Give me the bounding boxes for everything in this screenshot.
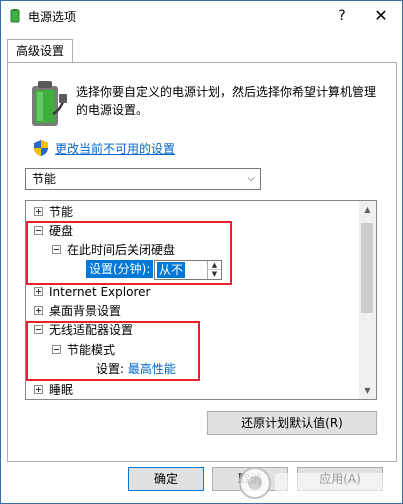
- settings-tree: 节能 硬盘 在此时间后关闭硬盘 设置(分钟): 从不 ▲ ▼ Internet …: [25, 200, 377, 400]
- collapse-icon[interactable]: [34, 325, 43, 334]
- expand-icon[interactable]: [34, 306, 43, 315]
- minutes-setting-label: 设置(分钟):: [86, 260, 154, 278]
- power-plan-select[interactable]: 节能 ⌵: [25, 168, 261, 190]
- tab-advanced-settings[interactable]: 高级设置: [7, 39, 74, 63]
- tree-item-turn-off-hard-disk[interactable]: 在此时间后关闭硬盘: [52, 241, 175, 260]
- power-plan-value: 节能: [32, 172, 57, 186]
- tree-item-hard-disk[interactable]: 硬盘: [34, 222, 73, 241]
- minutes-spinner-value[interactable]: 从不: [157, 262, 186, 278]
- help-button[interactable]: ?: [331, 5, 353, 27]
- spinner-up-icon[interactable]: ▲: [208, 261, 221, 270]
- watermark-logo-icon: [239, 467, 393, 499]
- expand-icon[interactable]: [34, 385, 43, 394]
- tree-item-sleep[interactable]: 睡眠: [34, 381, 73, 399]
- change-unavailable-settings-link[interactable]: 更改当前不可用的设置: [55, 140, 175, 157]
- battery-icon: [32, 81, 67, 126]
- collapse-icon[interactable]: [52, 345, 61, 354]
- power-saving-mode-value[interactable]: 最高性能: [128, 362, 176, 376]
- window-title: 电源选项: [28, 10, 77, 24]
- ok-button[interactable]: 确定: [128, 467, 204, 491]
- title-bar: 电源选项 ? ✕: [1, 1, 402, 31]
- uac-shield-icon: [34, 140, 48, 156]
- expand-icon[interactable]: [34, 287, 43, 296]
- tree-item-power-saving-mode[interactable]: 节能模式: [52, 341, 115, 360]
- scroll-down-icon[interactable]: ▼: [359, 382, 376, 399]
- collapse-icon[interactable]: [34, 226, 43, 235]
- power-options-dialog: 电源选项 ? ✕ 高级设置 选择你要自定义的电源计划，然后选择你希望计算机管理的…: [0, 0, 403, 504]
- tree-item-wireless-adapter[interactable]: 无线适配器设置: [34, 321, 133, 340]
- close-button[interactable]: ✕: [369, 5, 393, 27]
- tab-strip: 高级设置: [7, 39, 397, 63]
- power-options-icon: [10, 9, 20, 23]
- tree-item-desktop-background[interactable]: 桌面背景设置: [34, 302, 121, 321]
- restore-defaults-button[interactable]: 还原计划默认值(R): [207, 411, 377, 435]
- expand-icon[interactable]: [34, 207, 43, 216]
- intro-text: 选择你要自定义的电源计划，然后选择你希望计算机管理的电源设置。: [76, 85, 377, 117]
- scrollbar-thumb[interactable]: [361, 223, 373, 313]
- tree-scrollbar[interactable]: ▲ ▼: [359, 201, 376, 399]
- tree-item-power-saving[interactable]: 节能: [34, 203, 73, 222]
- spinner-buttons[interactable]: ▲ ▼: [207, 261, 221, 279]
- minutes-spinner[interactable]: 从不 ▲ ▼: [154, 260, 222, 280]
- scroll-up-icon[interactable]: ▲: [359, 201, 376, 218]
- spinner-down-icon[interactable]: ▼: [208, 270, 221, 279]
- chevron-down-icon: ⌵: [247, 173, 255, 184]
- tree-item-power-saving-mode-setting[interactable]: 设置: 最高性能: [96, 360, 176, 379]
- collapse-icon[interactable]: [52, 245, 61, 254]
- tree-item-internet-explorer[interactable]: Internet Explorer: [34, 283, 150, 302]
